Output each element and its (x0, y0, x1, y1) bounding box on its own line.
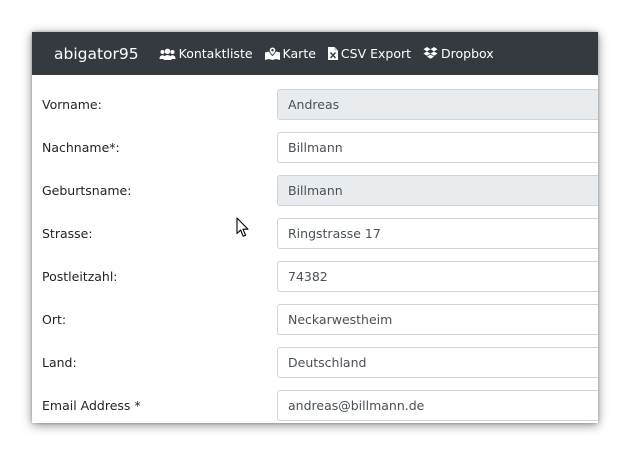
form-row-ort: Ort: (32, 304, 598, 335)
mouse-cursor-icon (236, 217, 249, 237)
form-row-nachname: Nachname*: (32, 132, 598, 163)
nachname-label: Nachname*: (42, 140, 120, 155)
form-row-vorname: Vorname: (32, 89, 598, 120)
nav-item-kontaktliste[interactable]: Kontaktliste (159, 46, 253, 61)
vorname-field[interactable] (277, 89, 598, 120)
ort-field[interactable] (277, 304, 598, 335)
form-row-land: Land: (32, 347, 598, 378)
app-window: abigator95 Kontaktliste Karte CSV Export… (32, 32, 598, 423)
users-icon (159, 48, 176, 60)
strasse-label: Strasse: (42, 226, 93, 241)
nav-item-csv-export[interactable]: CSV Export (327, 46, 412, 61)
email-field[interactable] (277, 390, 598, 421)
geburtsname-label: Geburtsname: (42, 183, 132, 198)
ort-label: Ort: (42, 312, 67, 327)
postleitzahl-field[interactable] (277, 261, 598, 292)
dropbox-icon (423, 47, 438, 59)
strasse-field[interactable] (277, 218, 598, 249)
form-row-postleitzahl: Postleitzahl: (32, 261, 598, 292)
land-field[interactable] (277, 347, 598, 378)
nav-item-dropbox[interactable]: Dropbox (423, 46, 494, 61)
nachname-field[interactable] (277, 132, 598, 163)
nav-item-karte[interactable]: Karte (264, 46, 316, 61)
nav-item-label: CSV Export (340, 46, 412, 61)
csv-file-icon (327, 47, 338, 60)
postleitzahl-label: Postleitzahl: (42, 269, 118, 284)
navbar: abigator95 Kontaktliste Karte CSV Export… (32, 32, 598, 75)
form-row-geburtsname: Geburtsname: (32, 175, 598, 206)
vorname-label: Vorname: (42, 97, 102, 112)
nav-item-label: Karte (282, 46, 316, 61)
email-label: Email Address * (42, 398, 141, 413)
land-label: Land: (42, 355, 77, 370)
geburtsname-field[interactable] (277, 175, 598, 206)
form-row-strasse: Strasse: (32, 218, 598, 249)
nav-item-label: Kontaktliste (178, 46, 253, 61)
nav-item-label: Dropbox (441, 46, 494, 61)
map-marked-icon (264, 47, 280, 60)
navbar-brand[interactable]: abigator95 (54, 45, 139, 63)
form-row-email: Email Address * (32, 390, 598, 421)
